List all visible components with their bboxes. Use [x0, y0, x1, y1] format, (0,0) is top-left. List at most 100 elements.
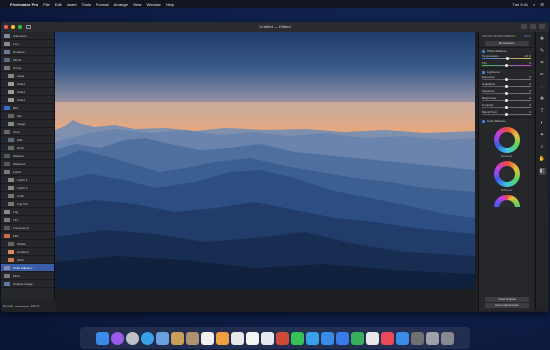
layer-row[interactable]: Shadow — [1, 152, 54, 160]
lightness-slider-knob[interactable] — [505, 99, 508, 102]
layer-row[interactable]: Gradient — [1, 48, 54, 56]
layer-row[interactable]: Foreground — [1, 224, 54, 232]
tint-slider-knob[interactable] — [505, 64, 508, 67]
image-canvas[interactable] — [55, 32, 475, 289]
layer-row[interactable]: Image — [1, 120, 54, 128]
menu-file[interactable]: File — [43, 2, 49, 7]
lightness-slider[interactable] — [482, 92, 531, 95]
layer-row[interactable]: Line — [1, 40, 54, 48]
show-original-button[interactable]: Show Original — [485, 297, 529, 302]
contacts-icon[interactable] — [186, 331, 199, 345]
app-store-icon[interactable] — [321, 331, 334, 345]
blend-mode-select[interactable]: Normal — [3, 304, 13, 308]
layer-row[interactable]: Gradient — [1, 248, 54, 256]
lightness-slider[interactable] — [482, 106, 531, 109]
layer-row[interactable]: Fog — [1, 208, 54, 216]
layer-row[interactable]: Mont — [1, 272, 54, 280]
done-button[interactable]: Done — [524, 34, 531, 38]
arrange-tool-icon[interactable]: ✥ — [539, 36, 546, 43]
reminders-icon[interactable] — [246, 331, 259, 345]
menu-insert[interactable]: Insert — [67, 2, 77, 7]
color-wheel-shadows[interactable] — [493, 127, 520, 153]
itunes-icon[interactable] — [291, 331, 304, 345]
selection-tool-icon[interactable]: ◌ — [539, 84, 546, 91]
share-button[interactable] — [521, 24, 527, 29]
menu-tools[interactable]: Tools — [82, 2, 91, 7]
lightness-slider[interactable] — [482, 85, 531, 88]
facetime-icon[interactable] — [276, 331, 289, 345]
lightness-slider[interactable] — [482, 78, 531, 81]
folder-icon[interactable] — [426, 331, 439, 345]
menu-help[interactable]: Help — [166, 2, 174, 7]
keynote-icon[interactable] — [336, 331, 349, 345]
app-menu[interactable]: Pixelmator Pro — [10, 2, 38, 7]
layer-row[interactable]: Lights — [1, 168, 54, 176]
crop-tool-icon[interactable]: ⌗ — [539, 60, 546, 67]
layer-row[interactable]: Lights 1 — [1, 176, 54, 184]
lightness-slider-knob[interactable] — [505, 113, 508, 116]
layer-row[interactable]: Solid — [1, 256, 54, 264]
safari-icon[interactable] — [141, 331, 154, 345]
temperature-slider[interactable] — [482, 57, 531, 60]
layer-row[interactable]: Mount — [1, 56, 54, 64]
sidebar-toggle-icon[interactable] — [26, 25, 31, 29]
layer-row[interactable]: Cloud — [1, 88, 54, 96]
layer-row[interactable]: Group — [1, 64, 54, 72]
layer-row[interactable]: Hills — [1, 136, 54, 144]
minimize-button[interactable] — [11, 25, 15, 29]
clock[interactable]: Tue 9:41 — [513, 2, 529, 7]
control-center-icon[interactable]: ☰ — [540, 2, 544, 7]
layer-row[interactable]: Fills — [1, 232, 54, 240]
pixelmator-icon[interactable] — [411, 331, 424, 345]
lightness-slider[interactable] — [482, 113, 531, 116]
layer-row[interactable]: Tone — [1, 128, 54, 136]
search-icon[interactable]: ⌕ — [533, 2, 535, 7]
calendar-icon[interactable] — [201, 331, 214, 345]
lightness-slider-knob[interactable] — [505, 106, 508, 109]
layer-row[interactable]: Shade — [1, 240, 54, 248]
color-wheel-highlights[interactable] — [493, 195, 520, 207]
menu-edit[interactable]: Edit — [55, 2, 62, 7]
lightness-slider-knob[interactable] — [505, 85, 508, 88]
layer-row[interactable]: Sky — [1, 112, 54, 120]
lightness-slider-knob[interactable] — [505, 78, 508, 81]
hand-tool-icon[interactable]: ✋ — [539, 156, 546, 163]
layer-row[interactable]: Cloud — [1, 80, 54, 88]
layer-row[interactable]: Adventure — [1, 32, 54, 40]
layer-row[interactable]: Original Image — [1, 280, 54, 288]
brush-tool-icon[interactable]: ✏ — [539, 72, 546, 79]
trash-icon[interactable] — [441, 331, 454, 345]
tint-slider[interactable] — [482, 64, 531, 67]
lightness-slider-knob[interactable] — [505, 92, 508, 95]
music-icon[interactable] — [366, 331, 379, 345]
format-button[interactable] — [539, 24, 545, 29]
color-balance-section[interactable]: Color Balance — [479, 117, 534, 124]
finder-icon[interactable] — [96, 331, 109, 345]
maps-icon[interactable] — [231, 331, 244, 345]
white-balance-section[interactable]: White Balance — [479, 47, 534, 54]
style-tool-icon[interactable]: ✎ — [539, 48, 546, 55]
close-button[interactable] — [4, 25, 8, 29]
menu-format[interactable]: Format — [96, 2, 109, 7]
zoom-tool-icon[interactable]: ⌕ — [539, 144, 546, 151]
layer-row[interactable]: Shadows — [1, 160, 54, 168]
system-preferences-icon[interactable] — [396, 331, 409, 345]
color-wheel-midtones[interactable] — [493, 161, 520, 187]
siri-icon[interactable] — [111, 331, 124, 345]
news-icon[interactable] — [381, 331, 394, 345]
effects-tool-icon[interactable]: ✦ — [539, 132, 546, 139]
notes-icon[interactable] — [171, 331, 184, 345]
lightness-checkbox[interactable] — [482, 70, 485, 74]
layer-row[interactable]: Tint — [1, 216, 54, 224]
white-balance-checkbox[interactable] — [482, 49, 485, 53]
reset-adjustments-button[interactable]: Reset Adjustments — [485, 303, 529, 308]
temperature-slider-knob[interactable] — [505, 57, 509, 60]
menu-arrange[interactable]: Arrange — [114, 2, 128, 7]
layer-row[interactable]: Layer — [1, 72, 54, 80]
adjustments-tool-icon[interactable]: ◐ — [539, 120, 546, 127]
lightness-slider[interactable] — [482, 99, 531, 102]
layer-row[interactable]: Fog Tint — [1, 200, 54, 208]
menu-view[interactable]: View — [133, 2, 142, 7]
opacity-slider[interactable] — [14, 305, 29, 307]
numbers-icon[interactable] — [351, 331, 364, 345]
